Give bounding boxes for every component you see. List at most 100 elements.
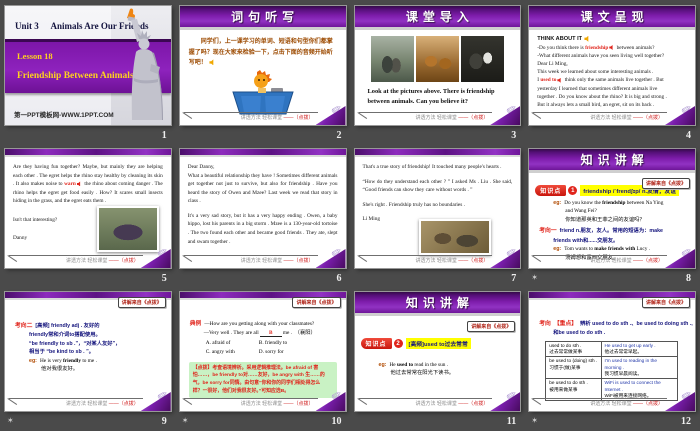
body-paragraph: She's right . Friendship truly has no bo…: [362, 201, 465, 208]
footer-slogan: 讲透方法 轻松课堂: [65, 258, 109, 264]
slide-footer-text: 讲透方法 轻松课堂 ——（点拨）: [415, 257, 488, 264]
corner-fold: [140, 392, 171, 411]
slide-cell-4: 课文呈现 THINK ABOUT IT -Do you think there …: [529, 2, 695, 145]
slide-number: 4: [686, 129, 691, 141]
watermark-text: 第一PPT模板网-WWW.1PPT.COM: [14, 112, 114, 119]
slide-header: 知识讲解: [529, 149, 695, 173]
audio-speaker-icon[interactable]: [609, 44, 613, 50]
eg-label: eg:: [553, 246, 562, 253]
slide-8-thumbnail[interactable]: 知识讲解 讲解来自《点拨》 知识点 1 friendship /ˈfrendʃɪ…: [529, 149, 695, 268]
options-grid: A. afraid of B. friendly to C. angry wit…: [206, 339, 312, 357]
table-cell: I'm used to reading in the morning . 我习惯早…: [600, 356, 678, 380]
body-line: together . Do you know about the rhino? …: [537, 93, 667, 100]
cell-bar: 3: [355, 125, 521, 145]
slide-cell-7: That's a true story of friendship! It to…: [354, 145, 521, 288]
animation-star-icon[interactable]: ✶: [7, 417, 14, 425]
animation-star-icon[interactable]: ✶: [182, 417, 189, 425]
footer-line: [9, 398, 143, 399]
footer-line: [533, 112, 667, 113]
table-cell: be used to (doing) sth . 习惯于(做)某事: [545, 356, 602, 380]
example-line: eg: He used to read in the sun .: [379, 361, 521, 369]
audio-speaker-icon[interactable]: [76, 181, 81, 187]
animation-star-icon[interactable]: ✶: [531, 417, 538, 425]
slide-12-thumbnail[interactable]: 讲解来自《点拨》 考向 【重点】 辨析 used to do sth .、be us…: [529, 292, 695, 411]
comparison-table: used to do sth . 过去常常做某事 He used to get u…: [545, 340, 678, 402]
slide-footer-text: 讲透方法 轻松课堂 ——（点拨）: [241, 257, 314, 264]
slide-footer-text: 讲透方法 轻松课堂 ——（点拨）: [241, 114, 314, 121]
slide-1-thumbnail[interactable]: Unit 3 Animals Are Our Friends Lesson 18…: [5, 6, 171, 125]
knowledge-point-pill: 知识点: [535, 185, 567, 196]
slide-3-thumbnail[interactable]: 课堂导入 Look at the pictures above. There i…: [354, 6, 521, 125]
option-b: B. friendly to: [258, 339, 288, 346]
caption-line-1: Look at the pictures above. There is fri…: [367, 88, 495, 95]
footer-line: [9, 255, 143, 256]
question-1: -Do you think there is: [537, 44, 586, 51]
audio-speaker-icon[interactable]: [209, 59, 214, 66]
cell-bar: 11: [355, 411, 521, 431]
example-translation: 他过去常常在阳光下读书。: [390, 370, 455, 377]
slide-number: 6: [336, 272, 342, 284]
lesson-label: Lesson 18: [17, 51, 53, 61]
dialogue-paragraph: “How do they understand each other ? ” I…: [362, 178, 513, 194]
footer-brand: ——（点拨）: [458, 258, 489, 264]
example-question-row: 典例 —How are you getting along with your c…: [190, 320, 346, 329]
knowledge-point-row: 知识点 2 [高频]used to过去常常: [360, 338, 515, 349]
footer-line: [183, 112, 318, 113]
analysis-note-box: 【点拨】考查语境辨析。采用逻辑推理法。be afraid of 害怕……，be …: [188, 361, 337, 399]
footer-brand: ——（点拨）: [458, 401, 489, 407]
rule-keyword: make: [649, 228, 663, 235]
footer-line: [358, 398, 493, 399]
example-en: WiFi is used to connect the Internet .: [604, 380, 661, 392]
footer-slogan: 讲透方法 轻松课堂: [415, 258, 459, 264]
tiger-cubs-photo: [415, 36, 459, 82]
footer-slogan: 讲透方法 轻松课堂: [415, 115, 459, 121]
slide-7-thumbnail[interactable]: That's a true story of friendship! It to…: [354, 149, 521, 268]
example-translation: 你知道那英和王菲之间的友谊吗？: [565, 216, 645, 223]
slide-2-thumbnail[interactable]: 词句听写 同学们，上一课学习的单词、短语和句型你们都掌握了吗？现在大家来检验一下…: [179, 6, 346, 125]
slide-header: 知识讲解: [354, 292, 521, 316]
rule-title: [高频] friendly adj . 友好的: [35, 323, 100, 329]
audio-speaker-icon[interactable]: [584, 35, 589, 42]
source-badge: 讲解来自《点拨》: [641, 297, 690, 308]
slide-6-thumbnail[interactable]: Dear Danny, What a beautiful relationshi…: [179, 149, 346, 268]
example-text: read in the sun .: [413, 362, 449, 368]
animal-photos-row: [370, 36, 505, 82]
slide-4-thumbnail[interactable]: 课文呈现 THINK ABOUT IT -Do you think there …: [529, 6, 695, 125]
animation-star-icon[interactable]: ✶: [531, 274, 538, 282]
cell-bar: 4: [529, 125, 695, 145]
lesson-text: Are they having fun together? Maybe, but…: [13, 163, 163, 206]
slide-9-thumbnail[interactable]: 讲解来自《点拨》 考向二 [高频] friendly adj . 友好的 frie…: [5, 292, 171, 411]
footer-brand: ——（点拨）: [283, 115, 314, 121]
footer-line: [533, 255, 667, 256]
footer-brand: ——（点拨）: [108, 401, 139, 407]
body-paragraph: It's a very sad story, but it has a very…: [187, 212, 338, 245]
rule-line: 相当于 “be kind to sb . ”。: [29, 349, 95, 356]
keyword-warn: warn: [64, 181, 76, 188]
question-text: me .: [281, 330, 292, 337]
slide-5-thumbnail[interactable]: Are they having fun together? Maybe, but…: [5, 149, 171, 268]
question-line-2: —Very well . They are all B me . （襄阳）: [203, 329, 346, 338]
body-line: yesterday I learned that sometimes diffe…: [537, 85, 658, 92]
rule-title-1: 辨析 used to do sth .、be used to doing sth…: [580, 321, 693, 327]
slide-footer-text: 讲透方法 轻松课堂 ——（点拨）: [415, 400, 488, 407]
caption-line-2: between animals. Can you believe it?: [367, 97, 468, 105]
slide-number: 9: [161, 415, 167, 427]
audio-speaker-icon[interactable]: [557, 77, 561, 83]
slide-cell-11: 知识讲解 讲解来自《点拨》 知识点 2 [高频]used to过去常常 eg: H…: [354, 288, 521, 431]
top-accent-strip: [179, 149, 346, 157]
slide-cell-6: Dear Danny, What a beautiful relationshi…: [179, 145, 346, 288]
question-text: —Very well . They are all: [203, 330, 260, 337]
cell-bar: ✶ 9: [5, 411, 171, 431]
slide-11-thumbnail[interactable]: 知识讲解 讲解来自《点拨》 知识点 2 [高频]used to过去常常 eg: H…: [354, 292, 521, 411]
footer-brand: ——（点拨）: [458, 115, 489, 121]
eg-label: eg:: [553, 200, 562, 206]
slide-cell-2: 词句听写 同学们，上一课学习的单词、短语和句型你们都掌握了吗？现在大家来检验一下…: [179, 2, 346, 145]
example-text: between Na Ying: [625, 200, 664, 206]
footer-slogan: 讲透方法 轻松课堂: [240, 401, 284, 407]
footer-slogan: 讲透方法 轻松课堂: [590, 115, 633, 121]
footer-slogan: 讲透方法 轻松课堂: [240, 115, 284, 121]
eg-label: eg:: [378, 362, 387, 368]
slide-number: 5: [161, 272, 167, 284]
cell-bar: ✶ 8: [529, 268, 695, 288]
slide-10-thumbnail[interactable]: 讲解来自《点拨》 典例 —How are you getting along wi…: [179, 292, 346, 411]
